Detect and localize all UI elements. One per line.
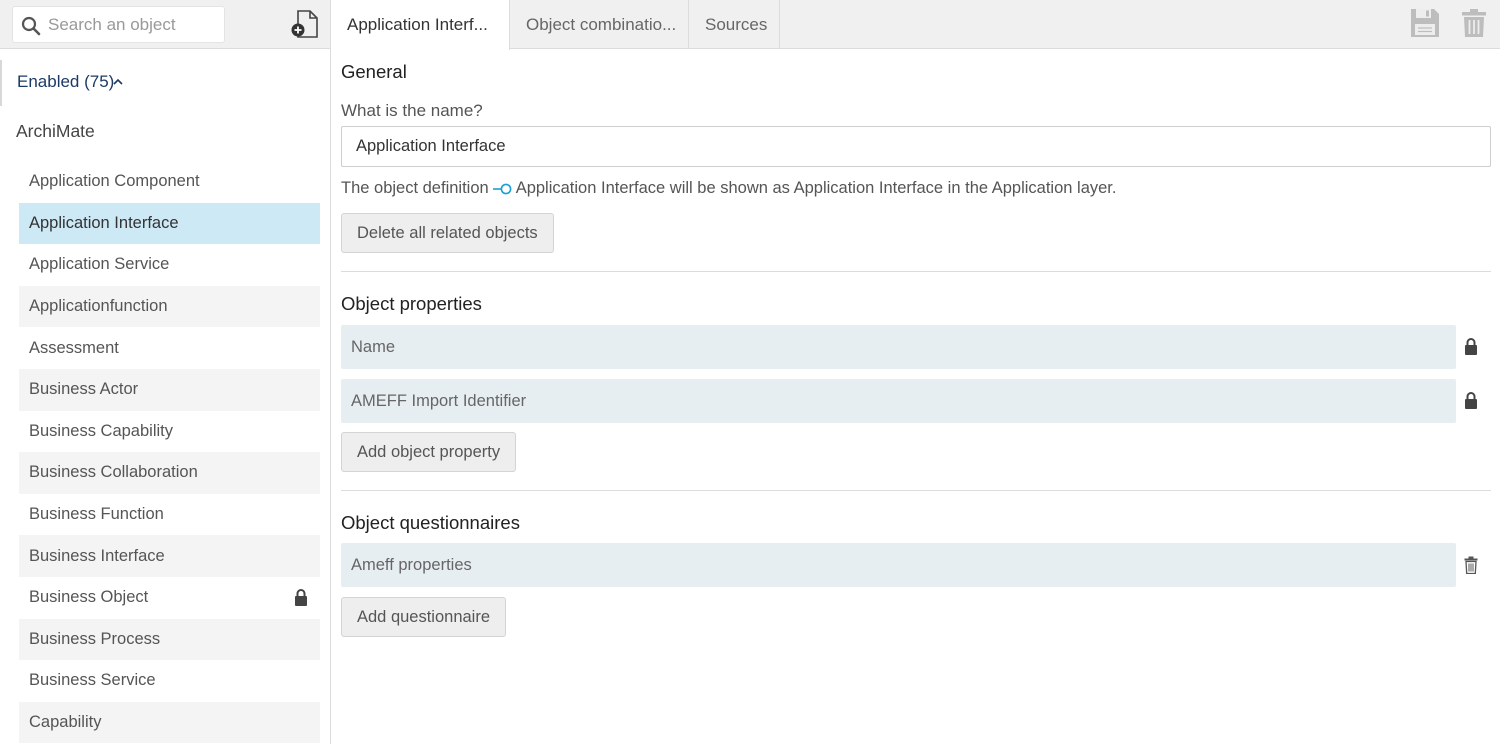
- sidebar-item-label: Capability: [29, 713, 102, 732]
- lock-icon: [1465, 392, 1477, 409]
- name-field-label: What is the name?: [341, 101, 483, 120]
- main-panel: Application Interf... Object combinatio.…: [331, 0, 1500, 744]
- tab-bar: Application Interf... Object combinatio.…: [331, 0, 1500, 50]
- sidebar-item-label: Assessment: [29, 338, 119, 357]
- sidebar-item-label: Business Capability: [29, 421, 173, 440]
- sidebar-item-application-interface[interactable]: Application Interface: [19, 202, 320, 245]
- lock-icon: [295, 588, 307, 606]
- sidebar-item-application-component[interactable]: Application Component: [19, 161, 320, 203]
- sidebar-item-label: Business Service: [29, 671, 156, 690]
- add-object-property-button[interactable]: Add object property: [341, 432, 517, 472]
- tab-label: Application Interf...: [347, 15, 488, 34]
- group-title-archimate: ArchiMate: [16, 121, 95, 141]
- sidebar-toolbar: [0, 0, 330, 49]
- search-input[interactable]: [48, 9, 220, 40]
- row-label: AMEFF Import Identifier: [351, 391, 527, 410]
- sidebar-item-label: Application Component: [29, 172, 200, 191]
- sidebar-item-label: Applicationfunction: [29, 297, 168, 316]
- new-object-icon[interactable]: [290, 9, 320, 39]
- sidebar-item-label: Business Function: [29, 505, 164, 524]
- save-icon[interactable]: [1409, 7, 1441, 39]
- trash-icon[interactable]: [1464, 556, 1478, 574]
- tab-application-interface[interactable]: Application Interf...: [331, 0, 510, 50]
- sidebar-item-label: Business Process: [29, 629, 161, 648]
- sidebar-item-business-collaboration[interactable]: Business Collaboration: [19, 452, 320, 494]
- row-label: Ameff properties: [351, 555, 472, 574]
- sidebar-item-business-actor[interactable]: Business Actor: [19, 368, 320, 411]
- sidebar-item-business-process[interactable]: Business Process: [19, 618, 320, 661]
- sidebar-item-application-service[interactable]: Application Service: [19, 244, 320, 286]
- section-title-general: General: [341, 61, 407, 82]
- application-interface-icon: [492, 183, 512, 194]
- questionnaire-row[interactable]: Ameff properties: [341, 543, 1456, 587]
- sidebar-item-label: Business Actor: [29, 380, 139, 399]
- search-box[interactable]: [12, 6, 225, 43]
- tab-sources[interactable]: Sources: [689, 0, 780, 49]
- object-list: Application Component Application Interfa…: [19, 161, 320, 744]
- sidebar-item-business-capability[interactable]: Business Capability: [19, 411, 320, 453]
- search-icon: [21, 16, 41, 36]
- tab-label: Sources: [705, 14, 768, 34]
- row-label: Name: [351, 337, 396, 356]
- sidebar-item-label: Business Interface: [29, 546, 165, 565]
- sidebar-item-assessment[interactable]: Assessment: [19, 327, 320, 369]
- sidebar-item-label: Application Interface: [29, 213, 179, 232]
- sidebar-item-business-function[interactable]: Business Function: [19, 494, 320, 536]
- section-title-object-questionnaires: Object questionnaires: [341, 512, 520, 533]
- sidebar-item-business-service[interactable]: Business Service: [19, 660, 320, 702]
- sidebar-item-label: Business Collaboration: [29, 463, 198, 482]
- definition-prefix: The object definition: [341, 179, 489, 197]
- definition-suffix: Application Interface will be shown as A…: [515, 179, 1117, 197]
- sidebar-item-label: Application Service: [29, 255, 170, 274]
- name-input[interactable]: [341, 126, 1491, 167]
- section-title-object-properties: Object properties: [341, 293, 482, 314]
- enabled-group-toggle[interactable]: Enabled (75): [0, 60, 330, 106]
- section-divider: [341, 271, 1491, 272]
- chevron-up-icon: [113, 78, 123, 85]
- lock-icon: [1465, 338, 1477, 355]
- tab-object-combinations[interactable]: Object combinatio...: [510, 0, 689, 49]
- enabled-count-label: Enabled (75): [17, 72, 115, 91]
- sidebar-item-capability[interactable]: Capability: [19, 701, 320, 744]
- object-property-row[interactable]: Name: [341, 325, 1456, 369]
- delete-related-objects-button[interactable]: Delete all related objects: [341, 213, 554, 253]
- definition-text: The object definition Application Interf…: [341, 179, 1116, 198]
- sidebar-item-label: Business Object: [29, 588, 149, 607]
- sidebar-item-applicationfunction[interactable]: Applicationfunction: [19, 285, 320, 328]
- object-property-row[interactable]: AMEFF Import Identifier: [341, 379, 1456, 423]
- delete-object-icon[interactable]: [1461, 8, 1487, 38]
- sidebar: Enabled (75) ArchiMate Application Compo…: [0, 0, 331, 744]
- add-questionnaire-button[interactable]: Add questionnaire: [341, 597, 507, 637]
- sidebar-item-business-object[interactable]: Business Object: [19, 577, 320, 619]
- sidebar-item-business-interface[interactable]: Business Interface: [19, 535, 320, 577]
- tab-label: Object combinatio...: [526, 14, 677, 34]
- section-divider: [341, 490, 1491, 491]
